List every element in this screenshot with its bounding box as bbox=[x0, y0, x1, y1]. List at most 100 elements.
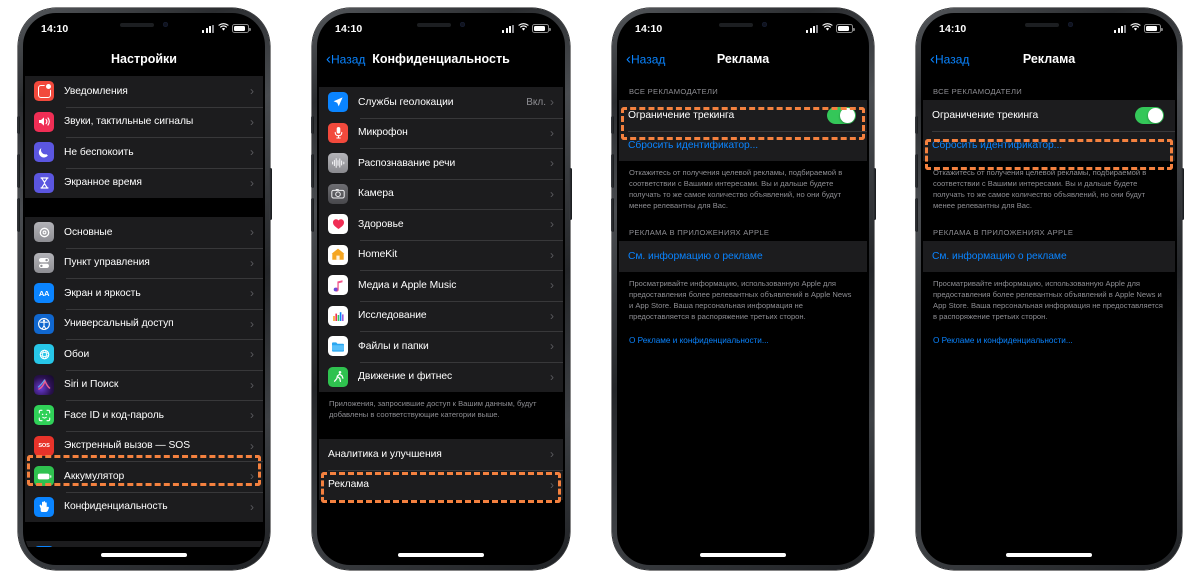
volume-up-button[interactable] bbox=[16, 154, 20, 188]
advertising-list[interactable]: ВСЕ РЕКЛАМОДАТЕЛИ Ограничение трекинга С… bbox=[923, 76, 1175, 547]
row-label: Универсальный доступ bbox=[64, 318, 174, 330]
chevron-right-icon: › bbox=[550, 339, 554, 354]
sidebar-item-camera[interactable]: Камера › bbox=[319, 178, 563, 210]
sidebar-item-microphone[interactable]: Микрофон › bbox=[319, 117, 563, 149]
sidebar-item-itunes-app-store[interactable]: iTunes Store и App Store › bbox=[25, 541, 263, 547]
volume-up-button[interactable] bbox=[610, 154, 614, 188]
sidebar-item-general[interactable]: Основные › bbox=[25, 217, 263, 248]
volume-down-button[interactable] bbox=[16, 198, 20, 232]
chevron-right-icon: › bbox=[250, 347, 254, 362]
speaker-grille-icon bbox=[417, 22, 451, 27]
row-label: Экранное время bbox=[64, 177, 142, 189]
settings-list[interactable]: Уведомления › Звуки, тактильные сигналы … bbox=[25, 76, 263, 547]
mute-switch[interactable] bbox=[16, 116, 20, 134]
sidebar-item-analytics[interactable]: Аналитика и улучшения › bbox=[319, 439, 563, 470]
volume-down-button[interactable] bbox=[914, 198, 918, 232]
power-button[interactable] bbox=[268, 168, 272, 220]
cellular-signal-icon bbox=[502, 24, 514, 33]
wifi-icon bbox=[217, 22, 229, 35]
sidebar-item-face-id[interactable]: Face ID и код-пароль › bbox=[25, 400, 263, 431]
volume-down-button[interactable] bbox=[310, 198, 314, 232]
privacy-list[interactable]: Службы геолокации Вкл. › Микрофон › Расп… bbox=[319, 76, 563, 547]
home-indicator[interactable] bbox=[398, 553, 484, 557]
home-indicator[interactable] bbox=[101, 553, 187, 557]
mute-switch[interactable] bbox=[310, 116, 314, 134]
privacy-icon bbox=[34, 496, 54, 517]
sidebar-item-display-brightness[interactable]: AA Экран и яркость › bbox=[25, 278, 263, 309]
power-button[interactable] bbox=[872, 168, 876, 220]
sidebar-item-wallpaper[interactable]: Обои › bbox=[25, 339, 263, 370]
battery-settings-icon bbox=[34, 466, 54, 487]
row-label: См. информацию о рекламе bbox=[932, 250, 1067, 262]
view-ad-info-row[interactable]: См. информацию о рекламе bbox=[619, 241, 867, 272]
section-header-advertisers: ВСЕ РЕКЛАМОДАТЕЛИ bbox=[933, 87, 1022, 96]
row-label: Камера bbox=[358, 188, 394, 200]
row-label: Конфиденциальность bbox=[64, 501, 168, 513]
sidebar-item-battery[interactable]: Аккумулятор › bbox=[25, 461, 263, 492]
view-ad-info-row[interactable]: См. информацию о рекламе bbox=[923, 241, 1175, 272]
sidebar-item-motion-fitness[interactable]: Движение и фитнес › bbox=[319, 361, 563, 393]
sidebar-item-files-folders[interactable]: Файлы и папки › bbox=[319, 331, 563, 362]
reset-identifier-row[interactable]: Сбросить идентификатор... bbox=[619, 130, 867, 162]
speaker-grille-icon bbox=[719, 22, 753, 27]
sidebar-item-location-services[interactable]: Службы геолокации Вкл. › bbox=[319, 87, 563, 118]
volume-up-button[interactable] bbox=[310, 154, 314, 188]
power-button[interactable] bbox=[1180, 168, 1184, 220]
volume-up-button[interactable] bbox=[914, 154, 918, 188]
accessibility-icon bbox=[34, 313, 54, 334]
mute-switch[interactable] bbox=[914, 116, 918, 134]
notch bbox=[392, 15, 490, 34]
phone-1-settings: 14:10 Настройки Уведомления › Звуки, так… bbox=[16, 8, 272, 570]
screen-time-icon bbox=[34, 172, 54, 193]
back-button[interactable]: ‹ Назад bbox=[326, 52, 365, 67]
battery-icon bbox=[836, 24, 855, 33]
sidebar-item-speech-recognition[interactable]: Распознавание речи › bbox=[319, 148, 563, 179]
sidebar-item-emergency-sos[interactable]: SOS Экстренный вызов — SOS › bbox=[25, 430, 263, 462]
sidebar-item-homekit[interactable]: HomeKit › bbox=[319, 239, 563, 271]
back-button[interactable]: ‹ Назад bbox=[930, 52, 969, 67]
status-time: 14:10 bbox=[41, 22, 69, 35]
sidebar-item-research[interactable]: Исследование › bbox=[319, 300, 563, 332]
sidebar-item-screen-time[interactable]: Экранное время › bbox=[25, 167, 263, 199]
home-indicator[interactable] bbox=[1006, 553, 1092, 557]
front-camera-icon bbox=[163, 22, 168, 27]
sidebar-item-siri-search[interactable]: Siri и Поиск › bbox=[25, 369, 263, 401]
sidebar-item-sounds[interactable]: Звуки, тактильные сигналы › bbox=[25, 106, 263, 138]
about-ads-privacy-link[interactable]: О Рекламе и конфиденциальности... bbox=[619, 322, 867, 345]
chevron-right-icon: › bbox=[550, 308, 554, 323]
chevron-right-icon: › bbox=[250, 408, 254, 423]
sidebar-item-privacy[interactable]: Конфиденциальность › bbox=[25, 491, 263, 523]
sidebar-item-media-apple-music[interactable]: Медиа и Apple Music › bbox=[319, 270, 563, 301]
sidebar-item-accessibility[interactable]: Универсальный доступ › bbox=[25, 308, 263, 340]
section-header-apple-apps: РЕКЛАМА В ПРИЛОЖЕНИЯХ APPLE bbox=[629, 228, 770, 237]
limit-tracking-row[interactable]: Ограничение трекинга bbox=[619, 100, 867, 131]
privacy-footnote: Приложения, запросившие доступ к Вашим д… bbox=[329, 399, 537, 419]
chevron-right-icon: › bbox=[250, 255, 254, 270]
limit-tracking-toggle[interactable] bbox=[827, 106, 856, 124]
sidebar-item-do-not-disturb[interactable]: Не беспокоить › bbox=[25, 137, 263, 168]
about-ads-privacy-link[interactable]: О Рекламе и конфиденциальности... bbox=[923, 322, 1175, 345]
nav-bar: Настройки bbox=[25, 42, 263, 76]
section-header-advertisers: ВСЕ РЕКЛАМОДАТЕЛИ bbox=[629, 87, 718, 96]
back-button[interactable]: ‹ Назад bbox=[626, 52, 665, 67]
sidebar-item-control-center[interactable]: Пункт управления › bbox=[25, 247, 263, 279]
row-label: Аккумулятор bbox=[64, 470, 125, 482]
chevron-right-icon: › bbox=[250, 225, 254, 240]
home-indicator-area bbox=[25, 547, 263, 563]
sidebar-item-notifications[interactable]: Уведомления › bbox=[25, 76, 263, 107]
limit-tracking-row[interactable]: Ограничение трекинга bbox=[923, 100, 1175, 131]
power-button[interactable] bbox=[568, 168, 572, 220]
limit-tracking-toggle[interactable] bbox=[1135, 106, 1164, 124]
sidebar-item-health[interactable]: Здоровье › bbox=[319, 209, 563, 240]
home-indicator[interactable] bbox=[700, 553, 786, 557]
chevron-right-icon: › bbox=[250, 438, 254, 453]
volume-down-button[interactable] bbox=[610, 198, 614, 232]
row-label: Исследование bbox=[358, 310, 427, 322]
reset-identifier-row[interactable]: Сбросить идентификатор... bbox=[923, 130, 1175, 162]
nav-bar: ‹ Назад Реклама bbox=[619, 42, 867, 76]
mute-switch[interactable] bbox=[610, 116, 614, 134]
phone-2-privacy: 14:10 ‹ Назад Конфиденциальность Службы … bbox=[310, 8, 572, 570]
sidebar-item-advertising[interactable]: Реклама › bbox=[319, 469, 563, 501]
advertising-list[interactable]: ВСЕ РЕКЛАМОДАТЕЛИ Ограничение трекинга С… bbox=[619, 76, 867, 547]
itunes-app-store-icon bbox=[34, 546, 54, 547]
